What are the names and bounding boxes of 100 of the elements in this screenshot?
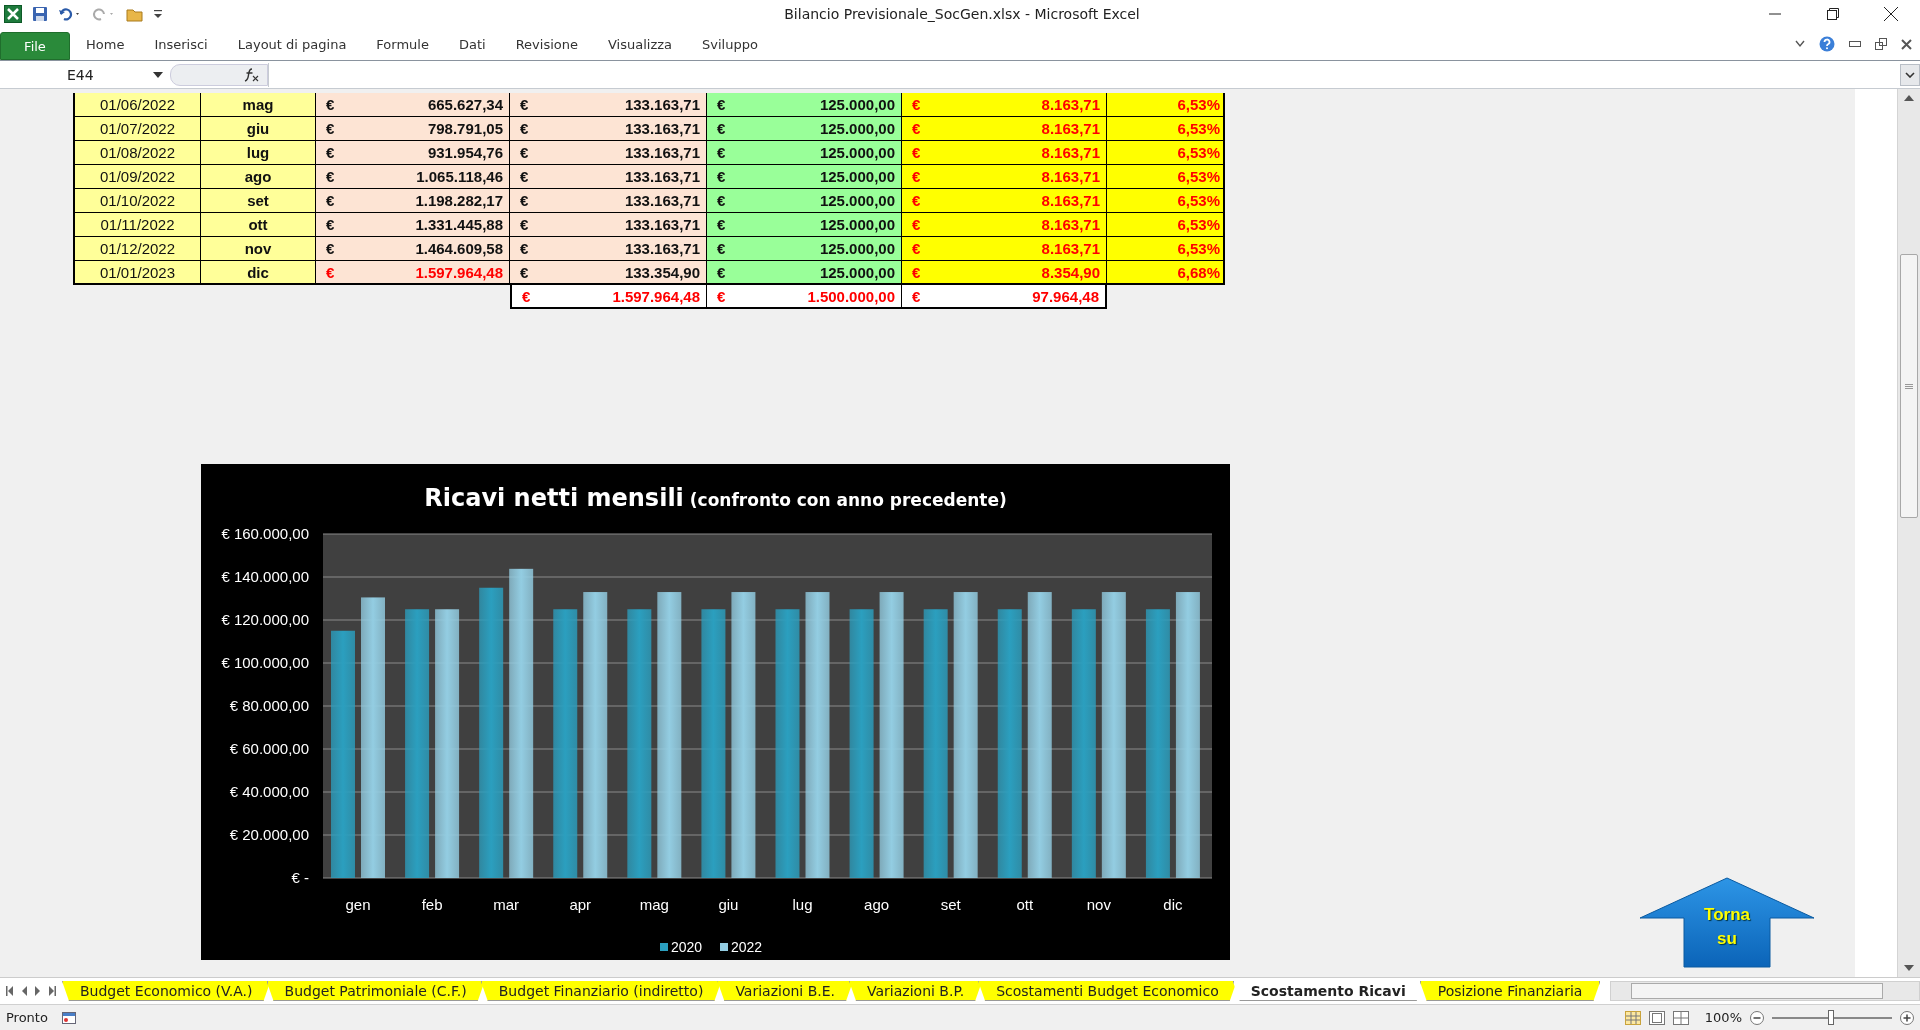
cell-value: 125.000,00 bbox=[819, 216, 895, 233]
cell-value: 133.163,71 bbox=[624, 96, 700, 113]
slider-thumb[interactable] bbox=[1828, 1010, 1834, 1025]
cell-value: 8.163,71 bbox=[1041, 192, 1100, 209]
table-cell: 6,53% bbox=[1107, 189, 1225, 213]
table-cell: 6,53% bbox=[1107, 165, 1225, 189]
cell-value: 1.331.445,88 bbox=[415, 216, 503, 233]
expand-formula-button[interactable] bbox=[1900, 63, 1920, 86]
currency-symbol: € bbox=[520, 120, 529, 137]
table-cell: ott bbox=[201, 213, 316, 237]
zoom-level[interactable]: 100% bbox=[1704, 1010, 1742, 1025]
chart-title: Ricavi netti mensili (confronto con anno precedente) bbox=[424, 484, 1007, 512]
sheet-tab[interactable]: Budget Finanziario (indiretto) bbox=[480, 981, 722, 1001]
ribbon-tab[interactable]: Formule bbox=[362, 36, 443, 52]
currency-symbol: € bbox=[326, 96, 335, 113]
cell-value: 1.065.118,46 bbox=[416, 168, 503, 185]
currency-symbol: € bbox=[717, 287, 726, 305]
ribbon-tab[interactable]: Sviluppo bbox=[688, 36, 772, 52]
currency-symbol: € bbox=[912, 240, 921, 257]
customize-toolbar-icon[interactable] bbox=[154, 9, 162, 19]
status-text: Pronto bbox=[6, 1010, 48, 1025]
folder-icon[interactable] bbox=[126, 6, 144, 22]
previous-sheet-icon[interactable] bbox=[20, 986, 28, 996]
help-icon[interactable] bbox=[1819, 36, 1835, 52]
table-cell: 01/01/2023 bbox=[73, 261, 201, 285]
function-icon[interactable] bbox=[243, 67, 259, 82]
ribbon-tab[interactable]: Revisione bbox=[501, 36, 592, 52]
back-to-top-button[interactable]: Torna su bbox=[1638, 877, 1816, 969]
table-cell: 01/12/2022 bbox=[73, 237, 201, 261]
table-cell: 6,53% bbox=[1107, 237, 1225, 261]
sheet-tab[interactable]: Scostamenti Budget Economico bbox=[978, 981, 1237, 1001]
close-icon[interactable] bbox=[1901, 38, 1912, 50]
currency-symbol: € bbox=[520, 168, 529, 185]
currency-symbol: € bbox=[912, 144, 921, 161]
normal-view-icon[interactable] bbox=[1624, 1010, 1641, 1025]
table-cell: giu bbox=[201, 117, 316, 141]
restore-icon[interactable] bbox=[1875, 38, 1887, 50]
cell-value: 1.464.609,58 bbox=[415, 240, 503, 257]
currency-symbol: € bbox=[912, 216, 921, 233]
horizontal-scrollbar[interactable] bbox=[1610, 981, 1920, 1001]
cell-value: 8.163,71 bbox=[1041, 168, 1100, 185]
ribbon-tab[interactable]: Layout di pagina bbox=[223, 36, 361, 52]
table-cell: lug bbox=[201, 141, 316, 165]
restore-icon bbox=[1827, 8, 1839, 20]
page-layout-icon[interactable] bbox=[1648, 1010, 1665, 1025]
ribbon-tab[interactable]: Visualizza bbox=[593, 36, 686, 52]
scroll-up-icon[interactable] bbox=[1904, 95, 1914, 101]
cell-value: 931.954,76 bbox=[427, 144, 503, 161]
table-cell: nov bbox=[201, 237, 316, 261]
grip-icon bbox=[1905, 383, 1913, 389]
file-tab[interactable]: File bbox=[0, 32, 70, 60]
cell-value: 125.000,00 bbox=[819, 144, 895, 161]
currency-symbol: € bbox=[520, 263, 529, 281]
cell-value: 125.000,00 bbox=[819, 263, 895, 281]
cell-value: 133.354,90 bbox=[624, 263, 700, 281]
axis-label: apr bbox=[569, 896, 592, 913]
currency-symbol: € bbox=[717, 216, 726, 233]
currency-symbol: € bbox=[522, 287, 531, 305]
close-icon bbox=[1884, 7, 1898, 21]
undo-icon[interactable] bbox=[58, 7, 82, 21]
record-macro-icon[interactable] bbox=[61, 1011, 76, 1024]
scroll-down-icon[interactable] bbox=[1904, 965, 1914, 971]
currency-symbol: € bbox=[717, 240, 726, 257]
cell-value: 8.163,71 bbox=[1041, 240, 1100, 257]
next-sheet-icon[interactable] bbox=[34, 986, 42, 996]
currency-symbol: € bbox=[717, 120, 726, 137]
sheet-tab[interactable]: Budget Economico (V.A.) bbox=[62, 981, 271, 1001]
currency-symbol: € bbox=[520, 216, 529, 233]
table-cell: 6,53% bbox=[1107, 213, 1225, 237]
axis-label: € 60.000,00 bbox=[229, 740, 309, 757]
ribbon-tab[interactable]: Dati bbox=[444, 36, 500, 52]
page-break-icon[interactable] bbox=[1672, 1010, 1689, 1025]
cell-value: 8.163,71 bbox=[1041, 144, 1100, 161]
table-cell: 01/11/2022 bbox=[73, 213, 201, 237]
minimize-ribbon-icon[interactable] bbox=[1795, 40, 1805, 48]
cell-value: 125.000,00 bbox=[819, 240, 895, 257]
axis-label: mag bbox=[639, 896, 669, 913]
currency-symbol: € bbox=[717, 263, 726, 281]
sheet-tab[interactable]: Posizione Finanziaria bbox=[1419, 981, 1601, 1001]
cell-value: 1.597.964,48 bbox=[612, 287, 700, 305]
currency-symbol: € bbox=[912, 287, 921, 305]
table-cell: 6,68% bbox=[1107, 261, 1225, 285]
currency-symbol: € bbox=[912, 120, 921, 137]
currency-symbol: € bbox=[326, 144, 335, 161]
zoom-out-button[interactable] bbox=[1750, 1010, 1764, 1025]
excel-logo-icon[interactable] bbox=[4, 5, 22, 23]
ribbon-tab[interactable]: Home bbox=[72, 36, 139, 52]
minimize-icon[interactable] bbox=[1849, 41, 1861, 47]
cell-value: 8.163,71 bbox=[1041, 216, 1100, 233]
first-sheet-icon[interactable] bbox=[6, 986, 14, 996]
sheet-tab[interactable]: Budget Patrimoniale (C.F.) bbox=[266, 981, 485, 1001]
table-cell: dic bbox=[201, 261, 316, 285]
save-icon[interactable] bbox=[32, 6, 48, 22]
zoom-in-button[interactable] bbox=[1900, 1010, 1914, 1025]
cell-value: 8.163,71 bbox=[1041, 96, 1100, 113]
last-sheet-icon[interactable] bbox=[48, 986, 56, 996]
vertical-scrollbar[interactable] bbox=[1897, 89, 1920, 977]
ribbon-tab[interactable]: Inserisci bbox=[140, 36, 222, 52]
currency-symbol: € bbox=[326, 192, 335, 209]
table-cell: 01/10/2022 bbox=[73, 189, 201, 213]
